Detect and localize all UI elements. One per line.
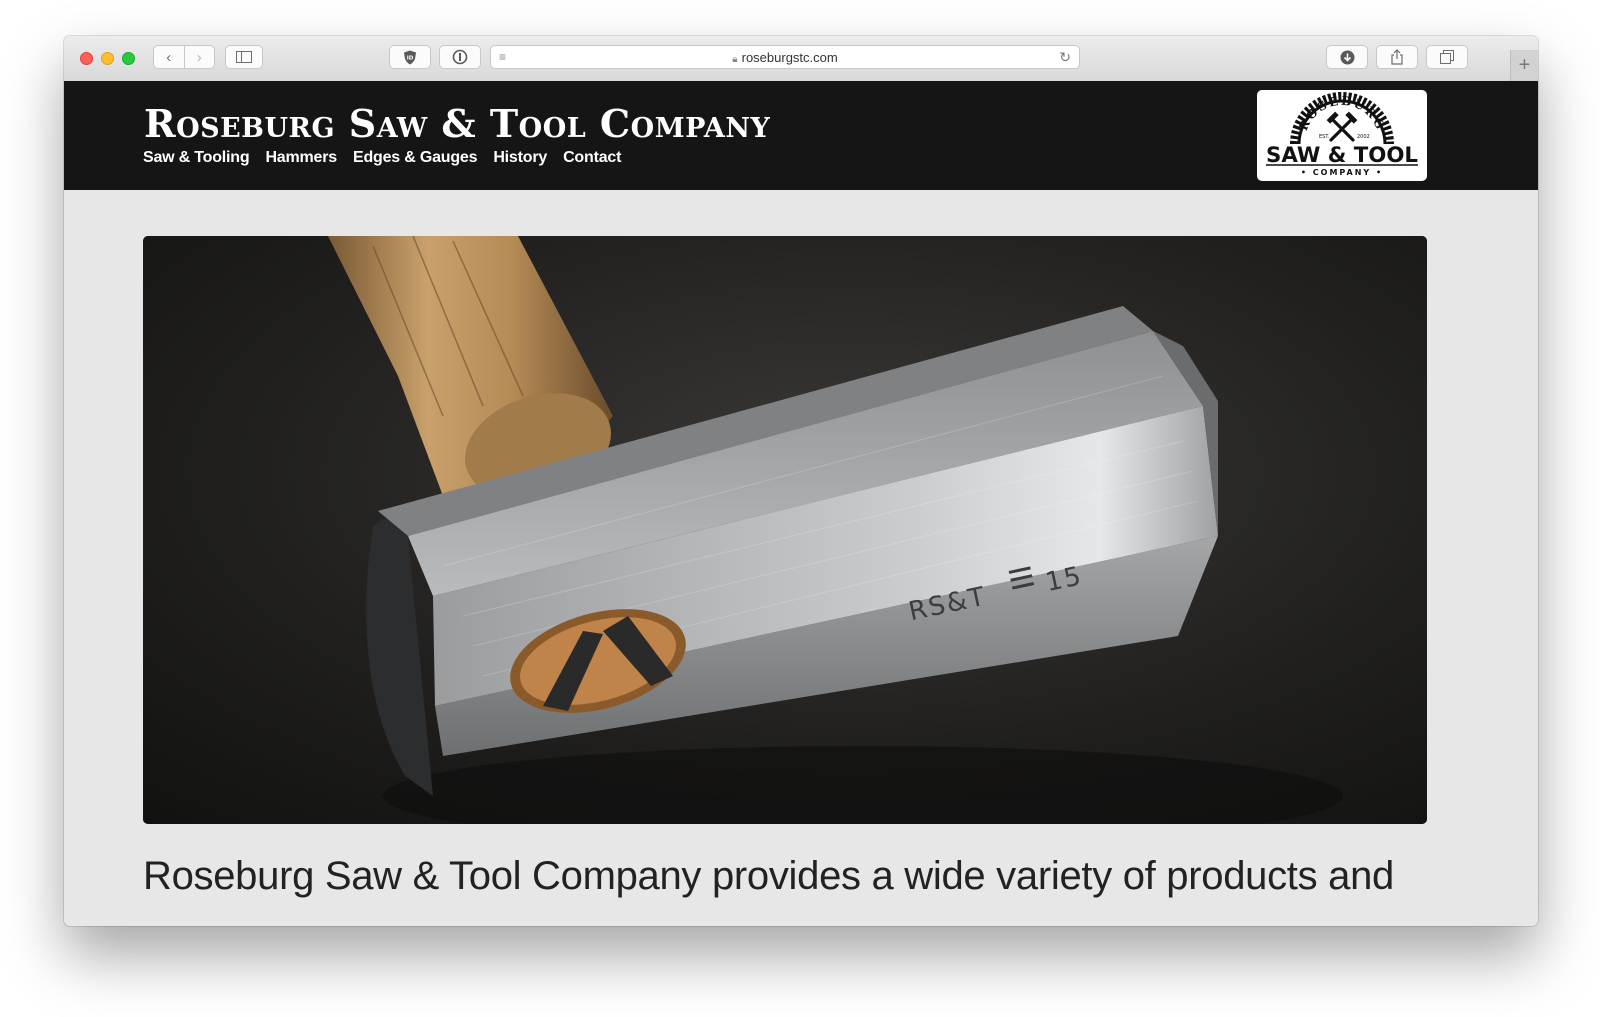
url-display[interactable]: 🔒︎ roseburgstc.com [491,50,1079,65]
share-button[interactable] [1376,45,1418,69]
browser-toolbar: ‹ › ID ≡ 🔒︎ roseburgstc.com ↻ + [64,36,1538,82]
reload-icon[interactable]: ↻ [1059,49,1071,66]
nav-history[interactable]: History [493,149,547,167]
chevron-left-icon: ‹ [166,48,172,66]
site-title[interactable]: Roseburg Saw & Tool Company [144,101,770,146]
plus-icon: + [1518,54,1531,76]
share-icon [1391,49,1403,65]
main-nav: Saw & Tooling Hammers Edges & Gauges His… [143,149,621,167]
lock-icon: 🔒︎ [732,54,738,65]
close-window-button[interactable] [80,52,93,65]
shield-extension-icon: ID [404,50,416,64]
hammer-head-photo: RS&T 15 [143,236,1427,824]
address-bar[interactable]: ≡ 🔒︎ roseburgstc.com ↻ [490,45,1080,69]
hero-image: RS&T 15 [143,236,1427,824]
logo-sub-text: • COMPANY • [1301,168,1383,177]
downloads-button[interactable] [1326,45,1368,69]
sidebar-icon [236,51,252,63]
logo-year: 2002 [1357,134,1370,140]
browser-window: ‹ › ID ≡ 🔒︎ roseburgstc.com ↻ + Roseburg… [64,36,1538,926]
tabs-icon [1440,50,1454,64]
nav-edges-gauges[interactable]: Edges & Gauges [353,149,478,167]
new-tab-button[interactable]: + [1510,50,1538,81]
logo-est: EST. [1319,134,1330,140]
sidebar-button[interactable] [225,45,263,69]
shield-extension-button[interactable]: ID [389,45,431,69]
nav-contact[interactable]: Contact [563,149,621,167]
back-button[interactable]: ‹ [154,46,185,68]
intro-lead-text: Roseburg Saw & Tool Company provides a w… [143,854,1394,898]
password-extension-icon [452,49,468,65]
site-header: Roseburg Saw & Tool Company Saw & Toolin… [64,81,1538,190]
company-logo[interactable]: ROSEBURG EST. 2002 SAW & TOOL • COMPANY … [1257,90,1427,181]
logo-graphic: ROSEBURG EST. 2002 SAW & TOOL • COMPANY … [1266,92,1418,177]
nav-hammers[interactable]: Hammers [265,149,337,167]
zoom-window-button[interactable] [122,52,135,65]
chevron-right-icon: › [196,48,202,66]
svg-text:ID: ID [407,55,414,61]
crossed-hammers-icon [1326,111,1358,142]
download-icon [1340,50,1354,64]
password-extension-button[interactable] [439,45,481,69]
url-text: roseburgstc.com [741,50,838,65]
show-tabs-button[interactable] [1426,45,1468,69]
logo-main-text: SAW & TOOL [1266,143,1418,167]
history-nav-group: ‹ › [153,45,215,69]
minimize-window-button[interactable] [101,52,114,65]
forward-button[interactable]: › [185,46,215,68]
nav-saw-tooling[interactable]: Saw & Tooling [143,149,250,167]
